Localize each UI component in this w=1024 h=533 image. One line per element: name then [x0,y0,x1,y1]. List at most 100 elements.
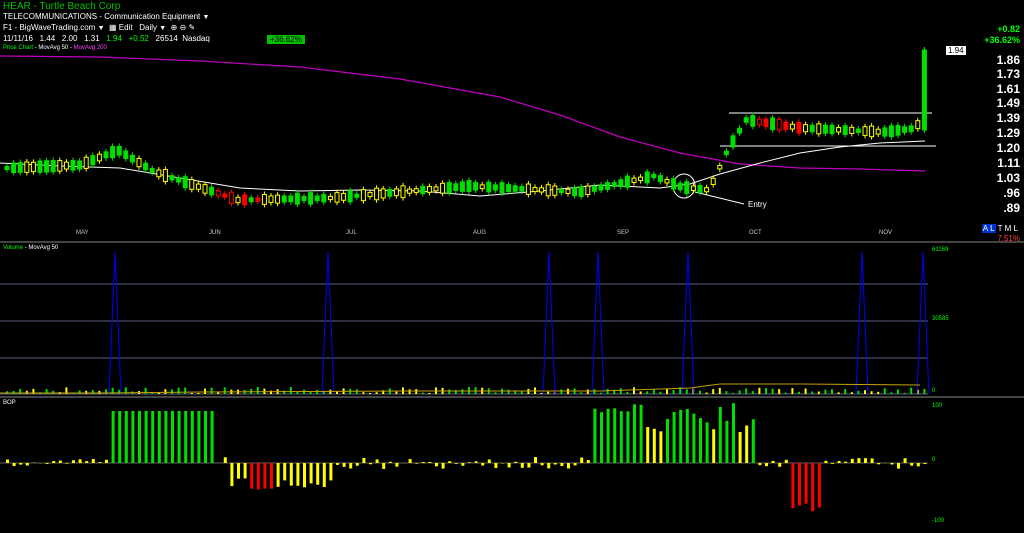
candle-body [849,126,855,134]
bop-bar [791,463,795,509]
bop-bar [897,463,900,469]
candle-body [704,187,710,193]
candle-body [552,185,558,196]
volume-bar [296,391,299,394]
bop-bar [448,461,452,463]
candle-body [684,181,690,194]
bop-bar [626,411,630,463]
bop-bar [771,460,775,463]
volume-bar [336,391,338,394]
bop-bar [850,458,854,463]
candle-body [723,150,729,156]
volume-bar [633,387,635,394]
bop-bar [65,463,69,464]
candle-body [585,185,591,196]
candle-body [809,124,815,133]
bop-bar [613,408,617,463]
candle-body [354,193,360,198]
candle-body [4,165,10,171]
volume-bar [732,392,734,394]
bop-bar [481,463,485,466]
candle-body [671,178,677,190]
volume-bar [870,391,873,394]
candle-body [611,182,617,188]
candle-body [70,160,76,171]
volume-bar [791,388,794,394]
bop-bar [263,463,267,489]
candle-body [222,193,228,198]
candle-body [149,167,155,173]
candle-body [822,124,828,134]
bop-bar [395,463,399,467]
bop-bar [494,463,498,468]
candle-body [466,180,472,192]
candle-body [803,124,809,133]
bop-bar [811,463,815,512]
volume-bar [98,390,101,394]
candle-body [308,192,314,205]
bop-bar [586,460,590,463]
bop-bar [283,463,287,481]
volume-bar [461,389,464,394]
candle-body [492,184,498,191]
candle-body [261,193,267,205]
volume-bar [877,391,880,394]
candle-body [440,182,446,194]
bop-bar [514,461,518,463]
candle-body [565,188,571,194]
candle-body [50,160,56,173]
candle-body [651,173,657,179]
volume-bar [547,391,550,394]
candle-body [836,127,842,133]
bop-bar [745,425,749,463]
bop-bar [98,462,102,463]
bop-bar [164,411,168,463]
bop-bar [296,463,300,486]
volume-bar [256,387,259,394]
candlesticks [4,47,927,208]
candle-body [413,188,419,193]
volume-bar [540,392,543,394]
bop-bar [534,457,537,463]
candle-body [327,195,333,201]
candle-body [842,125,848,135]
volume-bar [586,389,589,394]
candle-body [512,185,518,192]
candle-body [545,184,551,197]
candle-body [532,187,538,193]
bop-bar [151,411,155,463]
volume-bar [316,389,319,394]
volume-bar [758,387,761,394]
candle-body [446,182,452,194]
bop-bar [118,411,122,463]
bop-bar [12,463,16,467]
candle-body [862,126,868,136]
volume-bar [666,389,668,394]
volume-bar [765,388,767,394]
bop-bar [111,411,115,463]
bop-bar [600,412,603,463]
candle-body [591,185,597,192]
candle-body [96,153,102,162]
volume-bar [118,389,121,394]
chart-canvas[interactable] [0,0,1024,533]
candle-body [281,195,287,203]
candle-body [578,186,584,198]
candle-body [433,186,439,192]
bop-bar [45,463,49,464]
volume-bar [421,392,424,394]
bop-bar [474,461,478,463]
volume-bar [25,390,28,394]
bop-bar [289,463,293,486]
bop-bar [144,411,148,463]
candle-body [921,49,927,131]
volume-bar [375,392,378,394]
candle-body [915,120,921,130]
bop-bar [718,406,722,463]
candle-body [116,145,122,156]
volume-bar [144,387,147,394]
bop-bar [91,458,95,463]
candle-body [539,187,545,193]
volume-bar [923,388,926,394]
bop-bar [349,463,353,469]
